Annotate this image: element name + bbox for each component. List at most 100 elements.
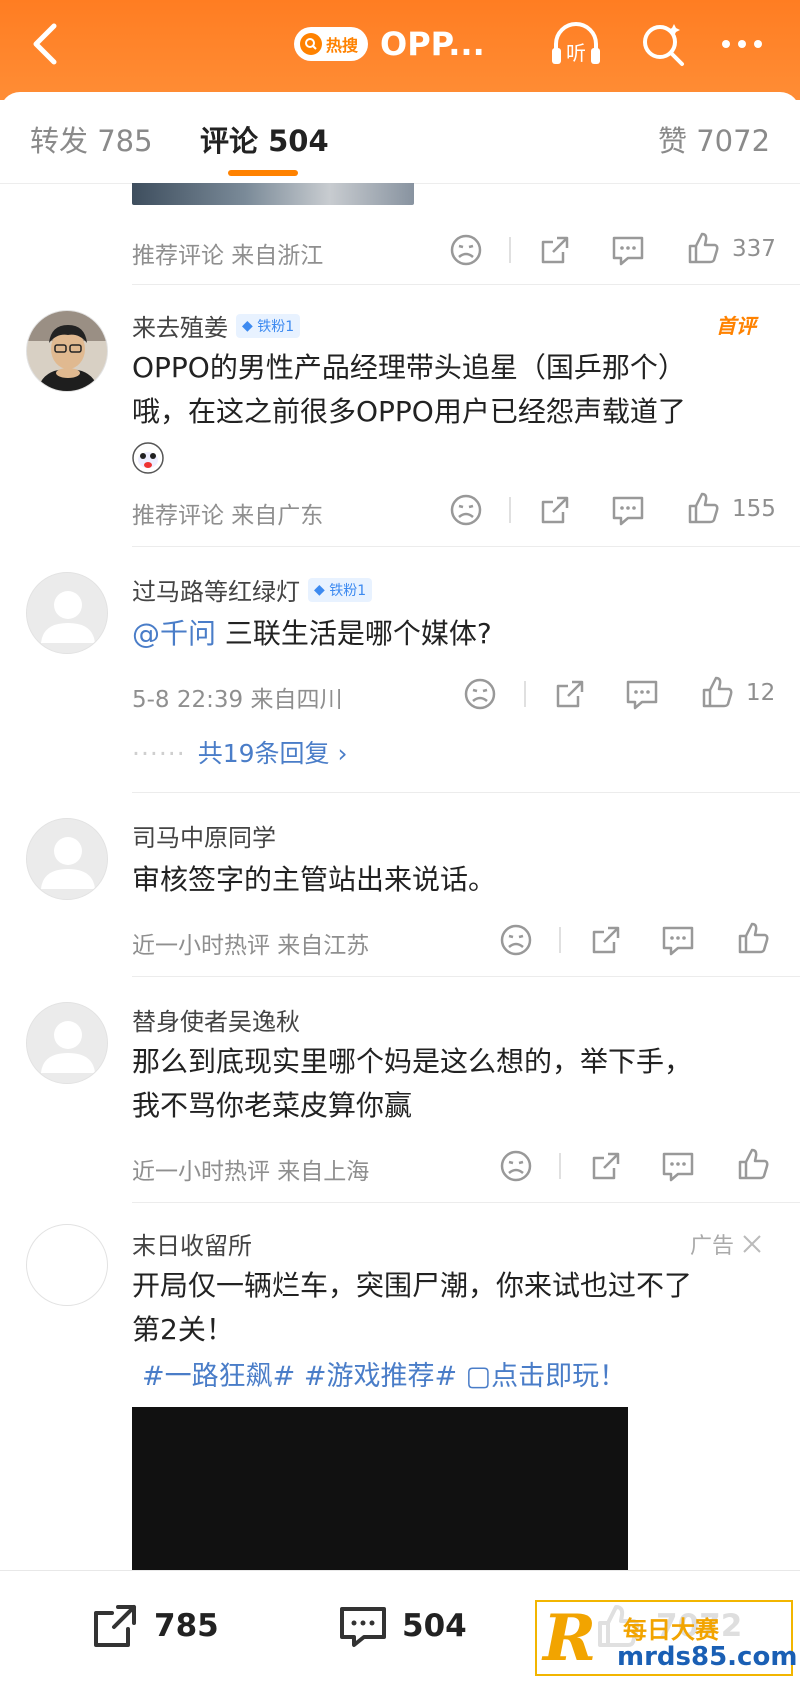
like-count: 155	[732, 496, 776, 522]
like-thumb-icon[interactable]	[682, 228, 722, 268]
username-text: 来去殖姜	[132, 314, 228, 342]
ad-video-thumbnail[interactable]	[132, 1407, 628, 1570]
ad-label[interactable]: 广告	[690, 1228, 764, 1260]
page-title: OPP...	[380, 25, 485, 63]
replies-dots: ······	[132, 739, 186, 768]
dislike-face-icon[interactable]	[496, 1146, 536, 1186]
dislike-face-icon[interactable]	[496, 920, 536, 960]
comment-line: OPPO的男性产品经理带头追星（国乒那个）	[132, 351, 686, 384]
more-options-icon[interactable]	[714, 18, 770, 70]
share-icon[interactable]	[586, 920, 626, 960]
comment-line: 第2关！	[132, 1313, 234, 1346]
comment-divider	[132, 1202, 800, 1203]
watermark-logo: R 每日大赛 mrds85.com	[535, 1600, 797, 1676]
dislike-face-icon[interactable]	[446, 230, 486, 270]
active-tab-indicator	[228, 170, 298, 176]
listen-headphones-icon[interactable]: 听	[548, 18, 604, 70]
username[interactable]: 司马中原同学	[132, 818, 276, 853]
share-icon[interactable]	[550, 674, 590, 714]
share-icon[interactable]	[535, 230, 575, 270]
hot-search-label: 热搜	[326, 36, 359, 55]
share-icon[interactable]	[535, 490, 575, 530]
emoji-icon	[132, 442, 164, 474]
fan-level-badge: ◆ 铁粉1	[236, 313, 301, 338]
comment-divider	[132, 792, 800, 793]
comment-meta: 推荐评论 来自广东	[132, 503, 324, 529]
dislike-face-icon[interactable]	[460, 674, 500, 714]
watermark-mark: R	[543, 1601, 597, 1676]
hot-search-badge: 热搜	[294, 27, 369, 61]
comment-line: 开局仅一辆烂车，突围尸潮，你来试也过不了	[132, 1269, 693, 1302]
comment-meta: 近一小时热评 来自上海	[132, 1159, 370, 1185]
comment-line: 那么到底现实里哪个妈是这么想的，举下手，	[132, 1045, 693, 1078]
username[interactable]: 过马路等红绿灯 ◆ 铁粉1	[132, 572, 373, 607]
svg-text:听: 听	[566, 41, 586, 65]
reply-icon[interactable]	[658, 1146, 698, 1186]
ad-hashtags[interactable]: #一路狂飙# #游戏推荐# ▢点击即玩！	[142, 1354, 626, 1393]
avatar[interactable]	[26, 572, 108, 654]
replies-text: 共19条回复 ›	[197, 739, 348, 768]
username-text: 过马路等红绿灯	[132, 578, 300, 606]
username[interactable]: 替身使者吴逸秋	[132, 1002, 300, 1037]
tab-comment[interactable]: 评论 504	[200, 118, 329, 160]
comment-icon	[340, 1607, 386, 1647]
comment-line: 三联生活是哪个媒体?	[216, 617, 492, 650]
comment-line: 我不骂你老菜皮算你赢	[132, 1089, 413, 1122]
like-thumb-icon[interactable]	[682, 488, 722, 528]
reply-icon[interactable]	[658, 920, 698, 960]
comment-button[interactable]: 504	[336, 1599, 467, 1653]
like-count: 12	[746, 680, 776, 706]
share-icon[interactable]	[586, 1146, 626, 1186]
reply-icon[interactable]	[608, 490, 648, 530]
divider	[559, 1153, 561, 1179]
avatar[interactable]	[26, 310, 108, 392]
mention-link[interactable]: @千问	[132, 617, 216, 650]
like-thumb-icon[interactable]	[732, 918, 772, 958]
divider	[524, 681, 526, 707]
hot-search-title[interactable]: 热搜 OPP...	[294, 22, 485, 66]
dislike-face-icon[interactable]	[446, 490, 486, 530]
watermark-url: mrds85.com	[617, 1642, 798, 1672]
username[interactable]: 来去殖姜 ◆ 铁粉1	[132, 308, 301, 343]
repost-button[interactable]: 785	[88, 1599, 219, 1653]
comment-line: 哦，在这之前很多OPPO用户已经怨声载道了	[132, 395, 686, 428]
search-icon[interactable]	[636, 18, 692, 70]
back-arrow-icon[interactable]	[26, 20, 66, 68]
watermark-title: 每日大赛	[623, 1616, 719, 1644]
username[interactable]: 末日收留所	[132, 1226, 252, 1261]
avatar[interactable]	[26, 818, 108, 900]
username-text: 替身使者吴逸秋	[132, 1008, 300, 1036]
first-comment-badge: 首评	[716, 314, 756, 338]
username-text: 末日收留所	[132, 1232, 252, 1260]
comment-meta: 推荐评论 来自浙江	[132, 243, 324, 269]
avatar[interactable]	[26, 1002, 108, 1084]
avatar[interactable]	[26, 1224, 108, 1306]
comment-text: OPPO的男性产品经理带头追星（国乒那个） 哦，在这之前很多OPPO用户已经怨声…	[132, 346, 782, 434]
reply-icon[interactable]	[622, 674, 662, 714]
tab-like[interactable]: 赞 7072	[658, 118, 770, 160]
comment-text: 那么到底现实里哪个妈是这么想的，举下手， 我不骂你老菜皮算你赢	[132, 1040, 782, 1128]
ad-label-text: 广告	[690, 1234, 735, 1259]
comment-image[interactable]	[132, 183, 414, 205]
tab-repost[interactable]: 转发 785	[30, 118, 153, 160]
fan-level-badge: ◆ 铁粉1	[308, 577, 373, 602]
username-text: 司马中原同学	[132, 824, 276, 852]
comment-divider	[132, 284, 800, 285]
comment-meta: 近一小时热评 来自江苏	[132, 933, 370, 959]
comment-divider	[132, 976, 800, 977]
view-replies-link[interactable]: ······ 共19条回复 ›	[132, 734, 347, 770]
repost-count: 785	[154, 1608, 219, 1644]
fan-badge-text: 铁粉1	[329, 582, 367, 599]
comment-meta: 5-8 22:39 来自四川	[132, 687, 343, 713]
comment-count: 504	[402, 1608, 467, 1644]
search-icon	[300, 33, 322, 55]
close-icon[interactable]	[740, 1232, 764, 1256]
like-thumb-icon[interactable]	[732, 1144, 772, 1184]
comment-text: 审核签字的主管站出来说话。	[132, 863, 497, 896]
comment-text: 开局仅一辆烂车，突围尸潮，你来试也过不了 第2关！	[132, 1264, 782, 1352]
divider	[559, 927, 561, 953]
comment-text: @千问 三联生活是哪个媒体?	[132, 612, 782, 656]
like-thumb-icon[interactable]	[696, 672, 736, 712]
reply-icon[interactable]	[608, 230, 648, 270]
like-count: 337	[732, 236, 776, 262]
